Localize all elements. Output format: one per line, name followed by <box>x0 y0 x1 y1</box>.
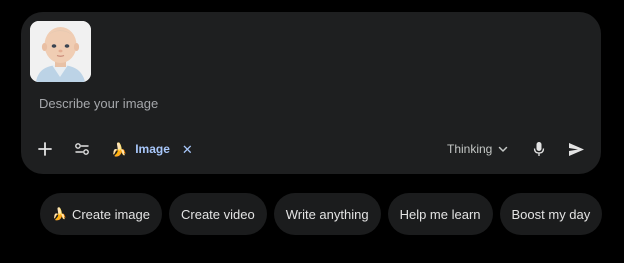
suggestion-create-image[interactable]: 🍌 Create image <box>40 193 162 235</box>
suggestion-label: Help me learn <box>399 206 481 222</box>
page: Describe your image 🍌 Image ✕ Thinking 🍌… <box>0 0 624 263</box>
suggestion-label: Write anything <box>285 206 369 222</box>
suggestion-label: Create image <box>71 206 150 222</box>
tune-sliders-icon <box>75 143 89 155</box>
suggestion-write-anything[interactable]: Write anything <box>273 193 381 235</box>
prompt-input[interactable]: Describe your image <box>39 96 158 111</box>
suggestion-chips: 🍌 Create image Create video Write anythi… <box>40 193 603 235</box>
banana-icon: 🍌 <box>111 141 128 157</box>
mode-selector[interactable]: Thinking <box>447 139 508 159</box>
prompt-composer: Describe your image 🍌 Image ✕ Thinking <box>21 12 601 174</box>
suggestion-help-me-learn[interactable]: Help me learn <box>387 193 493 235</box>
chevron-down-icon <box>499 146 508 152</box>
close-icon[interactable]: ✕ <box>182 143 193 156</box>
send-icon <box>568 142 584 156</box>
mic-icon <box>533 142 545 156</box>
suggestion-boost-my-day[interactable]: Boost my day <box>499 193 603 235</box>
image-tool-chip[interactable]: 🍌 Image ✕ <box>111 139 193 159</box>
suggestion-label: Boost my day <box>511 206 591 222</box>
mode-label: Thinking <box>447 142 493 156</box>
microphone-button[interactable] <box>529 139 549 159</box>
add-attachment-button[interactable] <box>35 139 55 159</box>
attached-image-thumbnail[interactable] <box>30 21 91 82</box>
banana-icon: 🍌 <box>52 207 67 221</box>
baby-photo-icon <box>30 21 91 82</box>
suggestion-create-video[interactable]: Create video <box>169 193 267 235</box>
suggestion-label: Create video <box>181 206 255 222</box>
tools-button[interactable] <box>71 139 93 159</box>
plus-icon <box>38 142 52 156</box>
send-button[interactable] <box>565 139 587 159</box>
image-tool-label: Image <box>135 142 170 156</box>
